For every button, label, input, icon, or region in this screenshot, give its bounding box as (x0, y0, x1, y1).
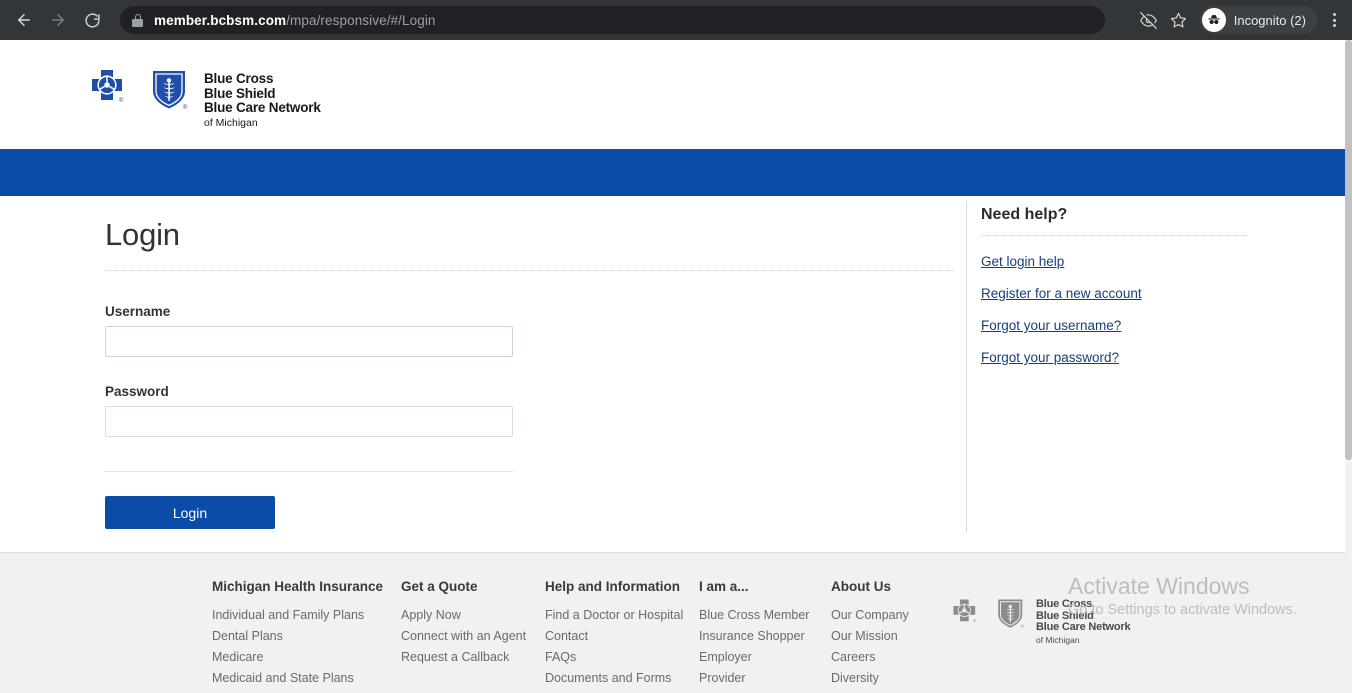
footer-heading: I am a... (699, 579, 749, 594)
footer-link[interactable]: Employer (699, 647, 809, 668)
main-content: Login Username Password Login Need help?… (0, 196, 1345, 552)
blue-cross-icon: ® (92, 70, 124, 104)
forward-icon[interactable] (44, 6, 72, 34)
footer-column-get-a-quote: Get a Quote Apply Now Connect with an Ag… (401, 579, 526, 668)
svg-text:®: ® (183, 104, 188, 111)
footer-link[interactable]: Diversity (831, 668, 928, 689)
footer-link[interactable]: Agent (699, 689, 809, 693)
brand-line-1: Blue Cross (1036, 598, 1093, 610)
site-logo[interactable]: ® ® Blue Cross Blue Shield Blue Care Net… (90, 68, 321, 130)
site-footer: Michigan Health Insurance Individual and… (0, 552, 1345, 693)
footer-heading: About Us (831, 579, 891, 594)
footer-link[interactable]: Documents and Forms (545, 668, 683, 689)
footer-link[interactable]: Medicaid and State Plans (212, 668, 383, 689)
footer-heading: Michigan Health Insurance (212, 579, 384, 594)
url-host: member.bcbsm.com (154, 12, 287, 28)
footer-link[interactable]: Our Company (831, 605, 928, 626)
blue-shield-caduceus-icon: ® (998, 599, 1025, 629)
blue-shield-caduceus-icon: ® (153, 71, 188, 111)
footer-heading: Get a Quote (401, 579, 478, 594)
help-link-forgot-username[interactable]: Forgot your username? (981, 317, 1261, 334)
footer-link[interactable]: Contact (545, 626, 683, 647)
footer-link[interactable]: Request a Callback (401, 647, 526, 668)
brand-line-2: Blue Shield (204, 85, 276, 101)
footer-logo[interactable]: ® ® Blue Cross Blue Shield Blue Care Net… (952, 597, 1131, 645)
footer-column-i-am-a: I am a... Blue Cross Member Insurance Sh… (699, 579, 809, 693)
footer-column-help-and-information: Help and Information Find a Doctor or Ho… (545, 579, 683, 689)
svg-text:®: ® (1021, 623, 1025, 629)
login-button[interactable]: Login (105, 496, 275, 529)
eye-slash-icon[interactable] (1134, 5, 1164, 35)
svg-text:®: ® (973, 619, 977, 624)
reload-icon[interactable] (78, 6, 106, 34)
help-title: Need help? (981, 206, 1068, 223)
kebab-menu-icon[interactable] (1322, 13, 1346, 27)
scrollbar-thumb[interactable] (1345, 40, 1352, 460)
footer-link[interactable]: Employers (212, 689, 383, 693)
footer-column-about-us: About Us Our Company Our Mission Careers… (831, 579, 928, 693)
title-divider (105, 270, 953, 271)
username-field-group: Username (105, 304, 953, 357)
brand-line-3: Blue Care Network (204, 100, 321, 115)
footer-heading: Help and Information (545, 579, 680, 594)
url-path: /mpa/responsive/#/Login (286, 12, 436, 28)
footer-link[interactable]: Insurance Shopper (699, 626, 809, 647)
incognito-hat-icon (1201, 8, 1226, 32)
site-header: ® ® Blue Cross Blue Shield Blue Care Net… (0, 40, 1345, 149)
footer-link[interactable]: Our Mission (831, 626, 928, 647)
address-bar-url: member.bcbsm.com/mpa/responsive/#/Login (154, 13, 436, 28)
password-input[interactable] (105, 406, 513, 437)
footer-link[interactable]: Individual and Family Plans (212, 605, 383, 626)
footer-link[interactable]: Find a Doctor or Hospital (545, 605, 683, 626)
password-label: Password (105, 384, 169, 399)
footer-link[interactable]: Media Resources (831, 689, 928, 693)
blue-cross-icon: ® (953, 599, 977, 624)
password-field-group: Password (105, 384, 953, 437)
page-title: Login (105, 217, 180, 252)
username-input[interactable] (105, 326, 513, 357)
footer-link[interactable]: FAQs (545, 647, 683, 668)
incognito-label: Incognito (2) (1233, 12, 1306, 28)
help-divider (981, 235, 1247, 236)
footer-brand-wordmark: Blue Cross Blue Shield Blue Care Network… (1036, 597, 1131, 645)
help-panel: Need help? Get login help Register for a… (981, 204, 1261, 366)
address-bar[interactable]: member.bcbsm.com/mpa/responsive/#/Login (120, 6, 1105, 34)
incognito-indicator[interactable]: Incognito (2) (1199, 6, 1318, 34)
footer-link[interactable]: Medicare (212, 647, 383, 668)
primary-nav-band (0, 149, 1345, 196)
form-divider (105, 471, 513, 472)
browser-actions: Incognito (2) (1134, 5, 1352, 35)
help-link-forgot-password[interactable]: Forgot your password? (981, 349, 1261, 366)
username-label: Username (105, 304, 171, 319)
content-divider (966, 201, 967, 533)
brand-line-3: Blue Care Network (1036, 621, 1131, 633)
help-link-register[interactable]: Register for a new account (981, 285, 1261, 302)
footer-column-michigan-health-insurance: Michigan Health Insurance Individual and… (212, 579, 383, 693)
footer-link[interactable]: Careers (831, 647, 928, 668)
back-icon[interactable] (10, 6, 38, 34)
footer-link[interactable]: Blue Cross Member (699, 605, 809, 626)
footer-link[interactable]: Apply Now (401, 605, 526, 626)
brand-line-4: of Michigan (204, 116, 258, 129)
footer-link[interactable]: Connect with an Agent (401, 626, 526, 647)
brand-wordmark: Blue Cross Blue Shield Blue Care Network… (204, 68, 321, 130)
footer-link[interactable]: Provider (699, 668, 809, 689)
footer-link[interactable]: Dental Plans (212, 626, 383, 647)
help-link-get-login-help[interactable]: Get login help (981, 253, 1261, 270)
login-panel: Login Username Password Login (105, 216, 953, 529)
page-viewport: ® ® Blue Cross Blue Shield Blue Care Net… (0, 40, 1345, 693)
browser-toolbar: member.bcbsm.com/mpa/responsive/#/Login … (0, 0, 1352, 40)
star-icon[interactable] (1164, 5, 1194, 35)
page-scrollbar[interactable] (1345, 40, 1352, 693)
brand-line-4: of Michigan (1036, 634, 1080, 645)
lock-icon (132, 13, 143, 27)
svg-text:®: ® (119, 97, 124, 104)
brand-line-1: Blue Cross (204, 71, 274, 86)
